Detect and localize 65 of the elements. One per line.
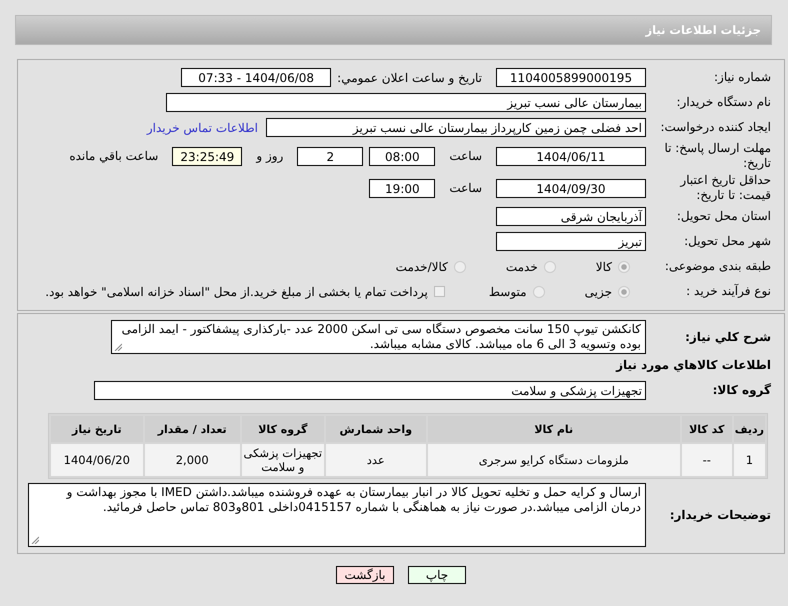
table-cell: 1 — [734, 444, 765, 476]
radio-button[interactable] — [618, 260, 630, 272]
checkbox-label: پرداخت تمام یا بخشی از مبلغ خرید.از محل "اسناد خزانه اسلامی" خواهد بود. — [45, 284, 428, 298]
field-label: استان محل تحویل: — [676, 209, 772, 224]
buyer-contact-link[interactable]: اطلاعات تماس خریدار — [146, 120, 258, 134]
field-label: تاریخ و ساعت اعلان عمومي: — [337, 70, 482, 84]
creator-field: احد فضلی چمن زمین کارپرداز بیمارستان عالی نسب تبریز — [266, 118, 646, 137]
field-label: ساعت باقي مانده — [69, 149, 158, 163]
field-label: حداقل تاریخ اعتبار قیمت: تا تاریخ: — [678, 173, 772, 203]
field-label: روز و — [256, 149, 284, 163]
field-label: نوع فرآیند خرید : — [685, 284, 772, 299]
need-number-field: 1104005899000195 — [496, 68, 646, 87]
resize-grip-icon[interactable] — [114, 343, 122, 351]
time-field: 19:00 — [369, 178, 436, 198]
table-cell: ملزومات دستگاه کرایو سرجری — [428, 444, 680, 476]
field-label: توضیحات خریدار: — [668, 508, 772, 522]
table-cell: 1404/06/20 — [51, 444, 143, 476]
column-header: ردیف — [734, 416, 765, 442]
column-header: گروه کالا — [242, 416, 324, 442]
field-label: نام دستگاه خریدار: — [676, 95, 772, 110]
radio-label: متوسط — [488, 284, 527, 298]
radio-label: کالا/خدمت — [396, 260, 448, 274]
days-field: 2 — [297, 146, 364, 166]
buyer-notes-field: ارسال و کرایه حمل و تخلیه تحویل کالا در انبار بیمارستان به عهده فروشنده میباشد.داشتن IMED با مجوز بهداشت و درمان الزامی میباشد.در صورت نیاز به هماهنگی با شماره 0415157داخلی 801و803 تماس حاصل فرمائید. — [28, 483, 646, 547]
column-header: تاریخ نیاز — [51, 416, 143, 442]
radio-button[interactable] — [454, 260, 466, 272]
table-cell: عدد — [326, 444, 426, 476]
field-label: شهر محل تحویل: — [683, 234, 772, 249]
city-field: تبریز — [496, 232, 646, 251]
checkbox[interactable] — [434, 286, 445, 297]
page-title: جزئیات اطلاعات نیاز — [645, 23, 761, 37]
radio-button[interactable] — [618, 286, 630, 298]
remaining-time-field: 23:25:49 — [172, 146, 242, 166]
field-label: مهلت ارسال پاسخ: تا تاریخ: — [663, 141, 772, 171]
field-label: ساعت — [449, 181, 482, 195]
goods-group-field: تجهیزات پزشکی و سلامت — [94, 381, 646, 400]
province-field: آذربایجان شرقی — [496, 207, 646, 226]
table-cell: -- — [682, 444, 732, 476]
announce-date-field: 1404/06/08 - 07:33 — [181, 68, 332, 87]
radio-button[interactable] — [544, 260, 556, 272]
field-label: شرح کلي نياز: — [684, 329, 772, 345]
radio-label: کالا — [596, 260, 612, 274]
column-header: تعداد / مقدار — [144, 416, 240, 442]
date-field: 1404/09/30 — [496, 178, 646, 198]
date-field: 1404/06/11 — [496, 146, 646, 166]
field-label: ایجاد کننده درخواست: — [659, 120, 772, 135]
column-header: نام کالا — [428, 416, 680, 442]
radio-label: خدمت — [506, 260, 538, 274]
field-label: شماره نیاز: — [713, 70, 772, 85]
field-label: طبقه بندی موضوعی: — [664, 259, 772, 274]
column-header: واحد شمارش — [326, 416, 426, 442]
resize-grip-icon[interactable] — [31, 536, 39, 544]
radio-label: جزیی — [584, 284, 612, 298]
column-header: کد کالا — [682, 416, 732, 442]
table-cell: تجهیزات پزشکی و سلامت — [242, 444, 324, 476]
table-cell: 2,000 — [144, 444, 240, 476]
action-button[interactable]: چاپ — [408, 566, 466, 584]
description-field: کانکشن تیوپ 150 سانت مخصوص دستگاه سی تی اسکن 2000 عدد -بارکذاری پیشفاکتور - ایمد الزامی بوده وتسویه 3 الی 6 ماه میباشد. کالای مشابه میباشد. — [111, 320, 646, 354]
field-label: ساعت — [449, 149, 482, 163]
radio-button[interactable] — [532, 286, 545, 298]
section-title: اطلاعات کالاهاي مورد نياز — [614, 358, 772, 372]
buyer-org-field: بیمارستان عالی نسب تبریز — [166, 93, 646, 112]
action-button[interactable]: بازگشت — [336, 566, 394, 584]
field-label: گروه کالا: — [712, 383, 772, 398]
time-field: 08:00 — [369, 146, 436, 166]
